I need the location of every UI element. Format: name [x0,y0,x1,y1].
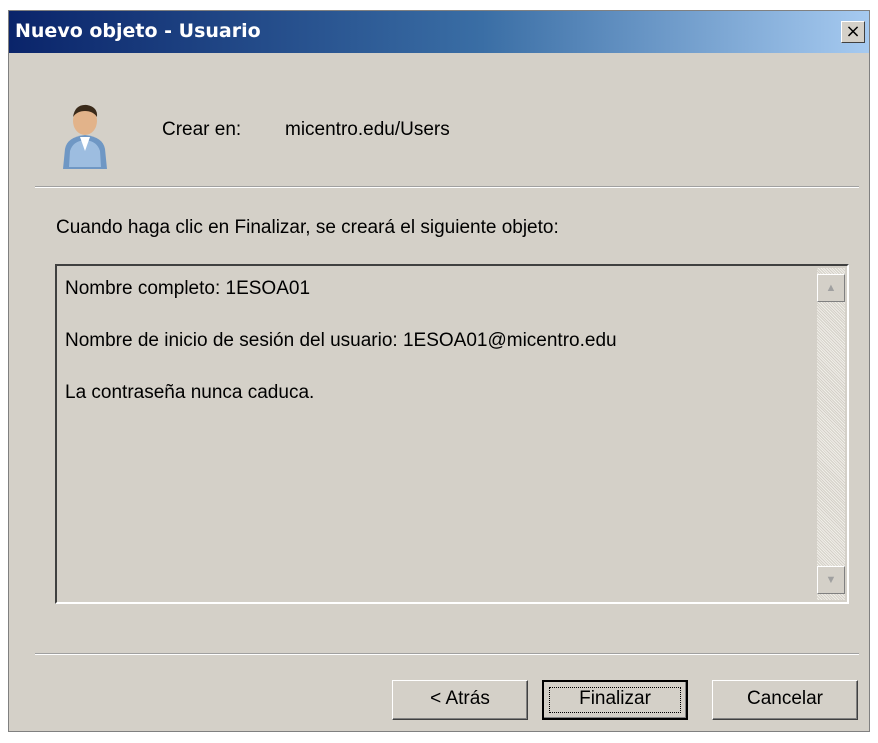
user-icon [63,104,107,169]
create-in-path: micentro.edu/Users [285,119,450,140]
close-button[interactable]: × [841,21,865,43]
arrow-down-icon: ▼ [825,574,837,586]
summary-textbox[interactable]: Nombre completo: 1ESOA01 Nombre de inici… [55,264,849,604]
intro-text: Cuando haga clic en Finalizar, se creará… [56,217,559,238]
scroll-down-button[interactable]: ▼ [817,566,845,594]
footer-separator [35,653,859,655]
header-separator [35,186,859,188]
create-in-label: Crear en: [162,119,242,140]
close-icon: × [845,21,861,42]
cancel-button[interactable]: Cancelar [712,680,858,720]
focus-rectangle [549,687,681,713]
window-title: Nuevo objeto - Usuario [15,20,261,42]
arrow-up-icon: ▲ [825,282,837,294]
finish-button[interactable]: Finalizar [542,680,688,720]
summary-line-full-name: Nombre completo: 1ESOA01 [65,278,311,299]
summary-line-logon-name: Nombre de inicio de sesión del usuario: … [65,330,617,351]
vertical-scrollbar[interactable]: ▲ ▼ [817,268,845,600]
title-bar: Nuevo objeto - Usuario × [9,11,869,53]
back-button[interactable]: < Atrás [392,680,528,720]
new-user-dialog: Nuevo objeto - Usuario × Crear en: micen… [8,10,870,732]
summary-line-password: La contraseña nunca caduca. [65,382,315,403]
scroll-up-button[interactable]: ▲ [817,274,845,302]
